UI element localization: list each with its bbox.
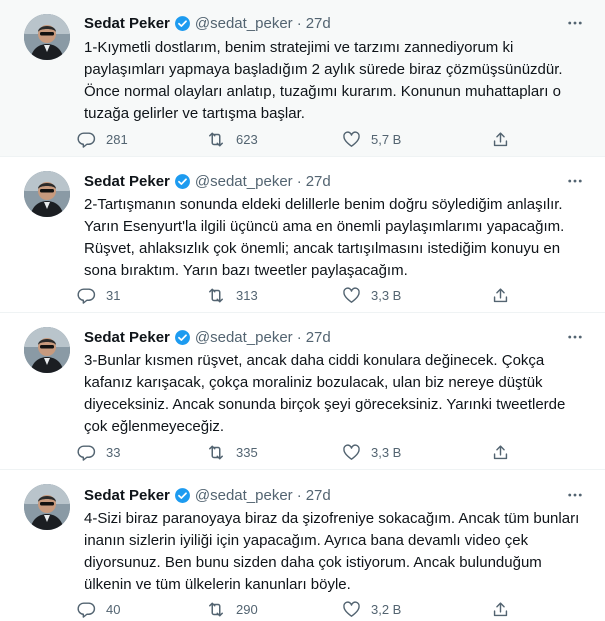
reply-button[interactable]: 40 [76, 597, 120, 621]
reply-icon [76, 285, 96, 305]
retweet-icon [206, 129, 226, 149]
tweet[interactable]: Sedat Peker @sedat_peker · 27d 4-Sizi bi… [0, 470, 605, 621]
author-handle[interactable]: @sedat_peker [195, 487, 293, 504]
share-button[interactable] [490, 283, 510, 307]
tweet-text: 2-Tartışmanın sonunda eldeki delillerle … [84, 196, 565, 279]
retweet-count: 623 [236, 131, 258, 147]
tweet[interactable]: Sedat Peker @sedat_peker · 27d 2-Tartışm… [0, 157, 605, 313]
like-count: 5,7 B [371, 131, 402, 147]
avatar[interactable] [24, 327, 70, 373]
author-name[interactable]: Sedat Peker [84, 15, 170, 32]
retweet-icon [206, 285, 226, 305]
verified-badge-icon [174, 487, 191, 504]
tweet[interactable]: Sedat Peker @sedat_peker · 27d 1-Kıymetl… [0, 0, 605, 157]
verified-badge-icon [174, 329, 191, 346]
tweet-actions: 33 335 3,3 B [76, 440, 536, 464]
share-button[interactable] [490, 597, 510, 621]
like-icon [341, 285, 361, 305]
retweet-count: 290 [236, 601, 258, 617]
share-icon [490, 442, 510, 462]
share-button[interactable] [490, 440, 510, 464]
reply-icon [76, 442, 96, 462]
retweet-button[interactable]: 313 [206, 283, 258, 307]
more-icon[interactable] [565, 327, 585, 347]
reply-button[interactable]: 33 [76, 440, 120, 464]
like-button[interactable]: 3,3 B [341, 283, 401, 307]
reply-button[interactable]: 281 [76, 127, 128, 151]
separator-dot: · [296, 486, 302, 504]
author-handle[interactable]: @sedat_peker [195, 173, 293, 190]
like-button[interactable]: 5,7 B [341, 127, 401, 151]
avatar[interactable] [24, 484, 70, 530]
share-button[interactable] [490, 127, 510, 151]
like-icon [341, 442, 361, 462]
tweet[interactable]: Sedat Peker @sedat_peker · 27d 3-Bunlar … [0, 313, 605, 470]
tweet-text: 3-Bunlar kısmen rüşvet, ancak daha ciddi… [84, 352, 566, 435]
tweet-actions: 40 290 3,2 B [76, 597, 536, 621]
reply-button[interactable]: 31 [76, 283, 120, 307]
share-icon [490, 599, 510, 619]
tweet-time[interactable]: 27d [306, 15, 331, 32]
like-icon [341, 599, 361, 619]
author-name[interactable]: Sedat Peker [84, 487, 170, 504]
retweet-count: 313 [236, 287, 258, 303]
more-icon[interactable] [565, 485, 585, 505]
author-name[interactable]: Sedat Peker [84, 329, 170, 346]
author-handle[interactable]: @sedat_peker [195, 329, 293, 346]
like-count: 3,3 B [371, 444, 402, 460]
tweet-thread: Sedat Peker @sedat_peker · 27d 1-Kıymetl… [0, 0, 605, 621]
like-button[interactable]: 3,3 B [341, 440, 401, 464]
like-button[interactable]: 3,2 B [341, 597, 401, 621]
separator-dot: · [296, 172, 302, 190]
reply-count: 40 [106, 601, 121, 617]
reply-icon [76, 129, 96, 149]
tweet-header: Sedat Peker @sedat_peker · 27d [84, 171, 331, 191]
like-count: 3,2 B [371, 601, 402, 617]
tweet-time[interactable]: 27d [306, 173, 331, 190]
more-icon[interactable] [565, 13, 585, 33]
tweet-actions: 31 313 3,3 B [76, 283, 536, 307]
reply-count: 281 [106, 131, 128, 147]
retweet-button[interactable]: 290 [206, 597, 258, 621]
like-icon [341, 129, 361, 149]
tweet-time[interactable]: 27d [306, 329, 331, 346]
retweet-icon [206, 442, 226, 462]
share-icon [490, 285, 510, 305]
reply-icon [76, 599, 96, 619]
share-icon [490, 129, 510, 149]
tweet-time[interactable]: 27d [306, 487, 331, 504]
retweet-button[interactable]: 335 [206, 440, 258, 464]
more-icon[interactable] [565, 171, 585, 191]
tweet-header: Sedat Peker @sedat_peker · 27d [84, 13, 331, 33]
tweet-header: Sedat Peker @sedat_peker · 27d [84, 485, 331, 505]
reply-count: 33 [106, 444, 121, 460]
verified-badge-icon [174, 15, 191, 32]
verified-badge-icon [174, 173, 191, 190]
avatar[interactable] [24, 171, 70, 217]
tweet-actions: 281 623 5,7 B [76, 127, 536, 151]
like-count: 3,3 B [371, 287, 402, 303]
tweet-text: 4-Sizi biraz paranoyaya biraz da şizofre… [84, 510, 580, 593]
separator-dot: · [296, 14, 302, 32]
author-name[interactable]: Sedat Peker [84, 173, 170, 190]
avatar[interactable] [24, 14, 70, 60]
tweet-text: 1-Kıymetli dostlarım, benim stratejimi v… [84, 39, 563, 122]
separator-dot: · [296, 328, 302, 346]
reply-count: 31 [106, 287, 121, 303]
retweet-count: 335 [236, 444, 258, 460]
retweet-button[interactable]: 623 [206, 127, 258, 151]
author-handle[interactable]: @sedat_peker [195, 15, 293, 32]
tweet-header: Sedat Peker @sedat_peker · 27d [84, 327, 331, 347]
retweet-icon [206, 599, 226, 619]
